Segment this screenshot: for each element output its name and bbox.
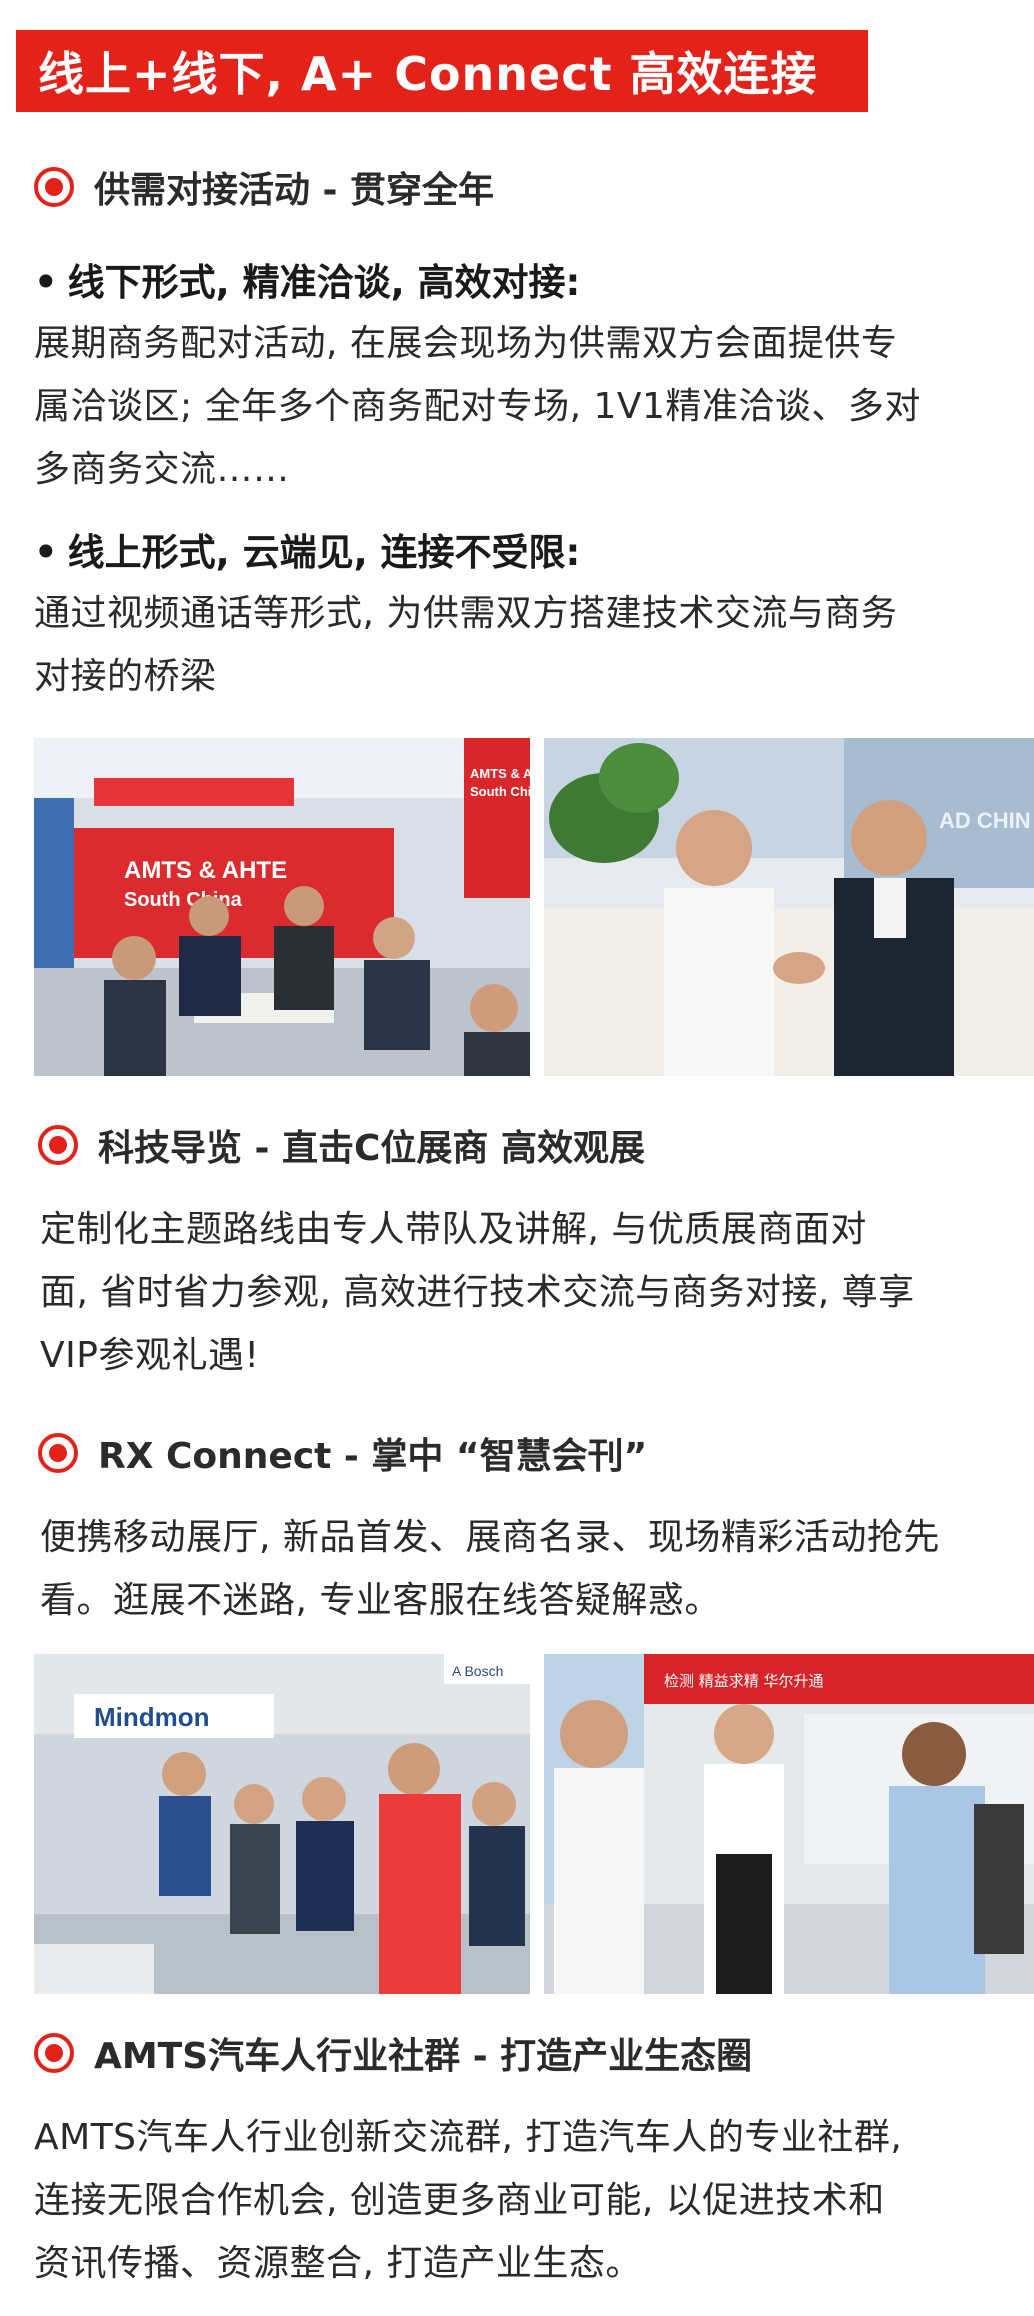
paragraph-line: 展期商务配对活动, 在展会现场为供需双方会面提供专 (34, 323, 898, 364)
paragraph-line: AMTS汽车人行业创新交流群, 打造汽车人的专业社群, (34, 2117, 903, 2158)
paragraph-rx-connect: 便携移动展厅, 新品首发、展商名录、现场精彩活动抢先 看。逛展不迷路, 专业客服… (40, 1506, 940, 1632)
paragraph-line: VIP参观礼遇! (40, 1335, 260, 1376)
photo-exhibition-tour: Mindmon A Bosch (34, 1654, 530, 1994)
paragraph-line: 属洽谈区; 全年多个商务配对专场, 1V1精准洽谈、多对 (34, 386, 921, 427)
photo-sign-text: AMTS & AHTE (124, 857, 287, 884)
paragraph-community: AMTS汽车人行业创新交流群, 打造汽车人的专业社群, 连接无限合作机会, 创造… (34, 2106, 902, 2295)
section-heading-text: AMTS汽车人行业社群 - 打造产业生态圈 (94, 2036, 753, 2077)
photo-banner-subtext: South Chi (470, 784, 530, 799)
header-banner: 线上+线下, A+ Connect 高效连接 (16, 30, 868, 112)
photo-wall-text: AD CHIN (939, 808, 1031, 833)
paragraph-line: 看。逛展不迷路, 专业客服在线答疑解惑。 (40, 1580, 721, 1621)
target-bullet-icon (38, 1125, 78, 1165)
section-heading-text: 供需对接活动 - 贯穿全年 (94, 170, 495, 211)
photo-banner-text: AMTS & AHTE (470, 766, 530, 781)
section-heading-tech-tour: 科技导览 - 直击C位展商 高效观展 (38, 1120, 645, 1170)
bullet-online: • 线上形式, 云端见, 连接不受限: (34, 522, 580, 576)
section-heading-community: AMTS汽车人行业社群 - 打造产业生态圈 (34, 2028, 752, 2078)
banner-title: 线上+线下, A+ Connect 高效连接 (38, 47, 818, 101)
section-heading-text: RX Connect - 掌中 “智慧会刊” (98, 1436, 648, 1477)
photo-handshake: AD CHIN (544, 738, 1034, 1076)
paragraph-line: 对接的桥梁 (34, 656, 217, 697)
paragraph-line: 面, 省时省力参观, 高效进行技术交流与商务对接, 尊享 (40, 1272, 915, 1313)
target-bullet-icon (34, 167, 74, 207)
paragraph-line: 多商务交流…… (34, 449, 290, 490)
target-bullet-icon (34, 2033, 74, 2073)
paragraph-line: 便携移动展厅, 新品首发、展商名录、现场精彩活动抢先 (40, 1517, 940, 1558)
section-heading-text: 科技导览 - 直击C位展商 高效观展 (98, 1128, 645, 1169)
target-bullet-icon (38, 1433, 78, 1473)
bullet-title: 线下形式, 精准洽谈, 高效对接: (67, 261, 581, 304)
paragraph-tech-tour: 定制化主题路线由专人带队及讲解, 与优质展商面对 面, 省时省力参观, 高效进行… (40, 1198, 915, 1387)
paragraph-line: 通过视频通话等形式, 为供需双方搭建技术交流与商务 (34, 593, 898, 634)
paragraph-online: 通过视频通话等形式, 为供需双方搭建技术交流与商务 对接的桥梁 (34, 582, 897, 708)
photo-business-matching: AMTS & AHTE South China AMTS & AHTE Sout… (34, 738, 530, 1076)
photo-banner-text: 检测 精益求精 华尔升通 (664, 1672, 824, 1690)
paragraph-line: 连接无限合作机会, 创造更多商业可能, 以促进技术和 (34, 2180, 885, 2221)
photo-app-demo: 检测 精益求精 华尔升通 (544, 1654, 1034, 1994)
paragraph-offline: 展期商务配对活动, 在展会现场为供需双方会面提供专 属洽谈区; 全年多个商务配对… (34, 312, 921, 501)
photo-brand2-text: A Bosch (452, 1663, 503, 1679)
bullet-offline: • 线下形式, 精准洽谈, 高效对接: (34, 252, 580, 306)
photo-brand-text: Mindmon (94, 1702, 210, 1732)
bullet-title: 线上形式, 云端见, 连接不受限: (67, 531, 581, 574)
bullet-dot-icon: • (34, 261, 58, 304)
section-heading-rx-connect: RX Connect - 掌中 “智慧会刊” (38, 1428, 647, 1478)
bullet-dot-icon: • (34, 531, 58, 574)
section-heading-supply-demand: 供需对接活动 - 贯穿全年 (34, 162, 494, 212)
paragraph-line: 资讯传播、资源整合, 打造产业生态。 (34, 2243, 642, 2284)
paragraph-line: 定制化主题路线由专人带队及讲解, 与优质展商面对 (40, 1209, 867, 1250)
